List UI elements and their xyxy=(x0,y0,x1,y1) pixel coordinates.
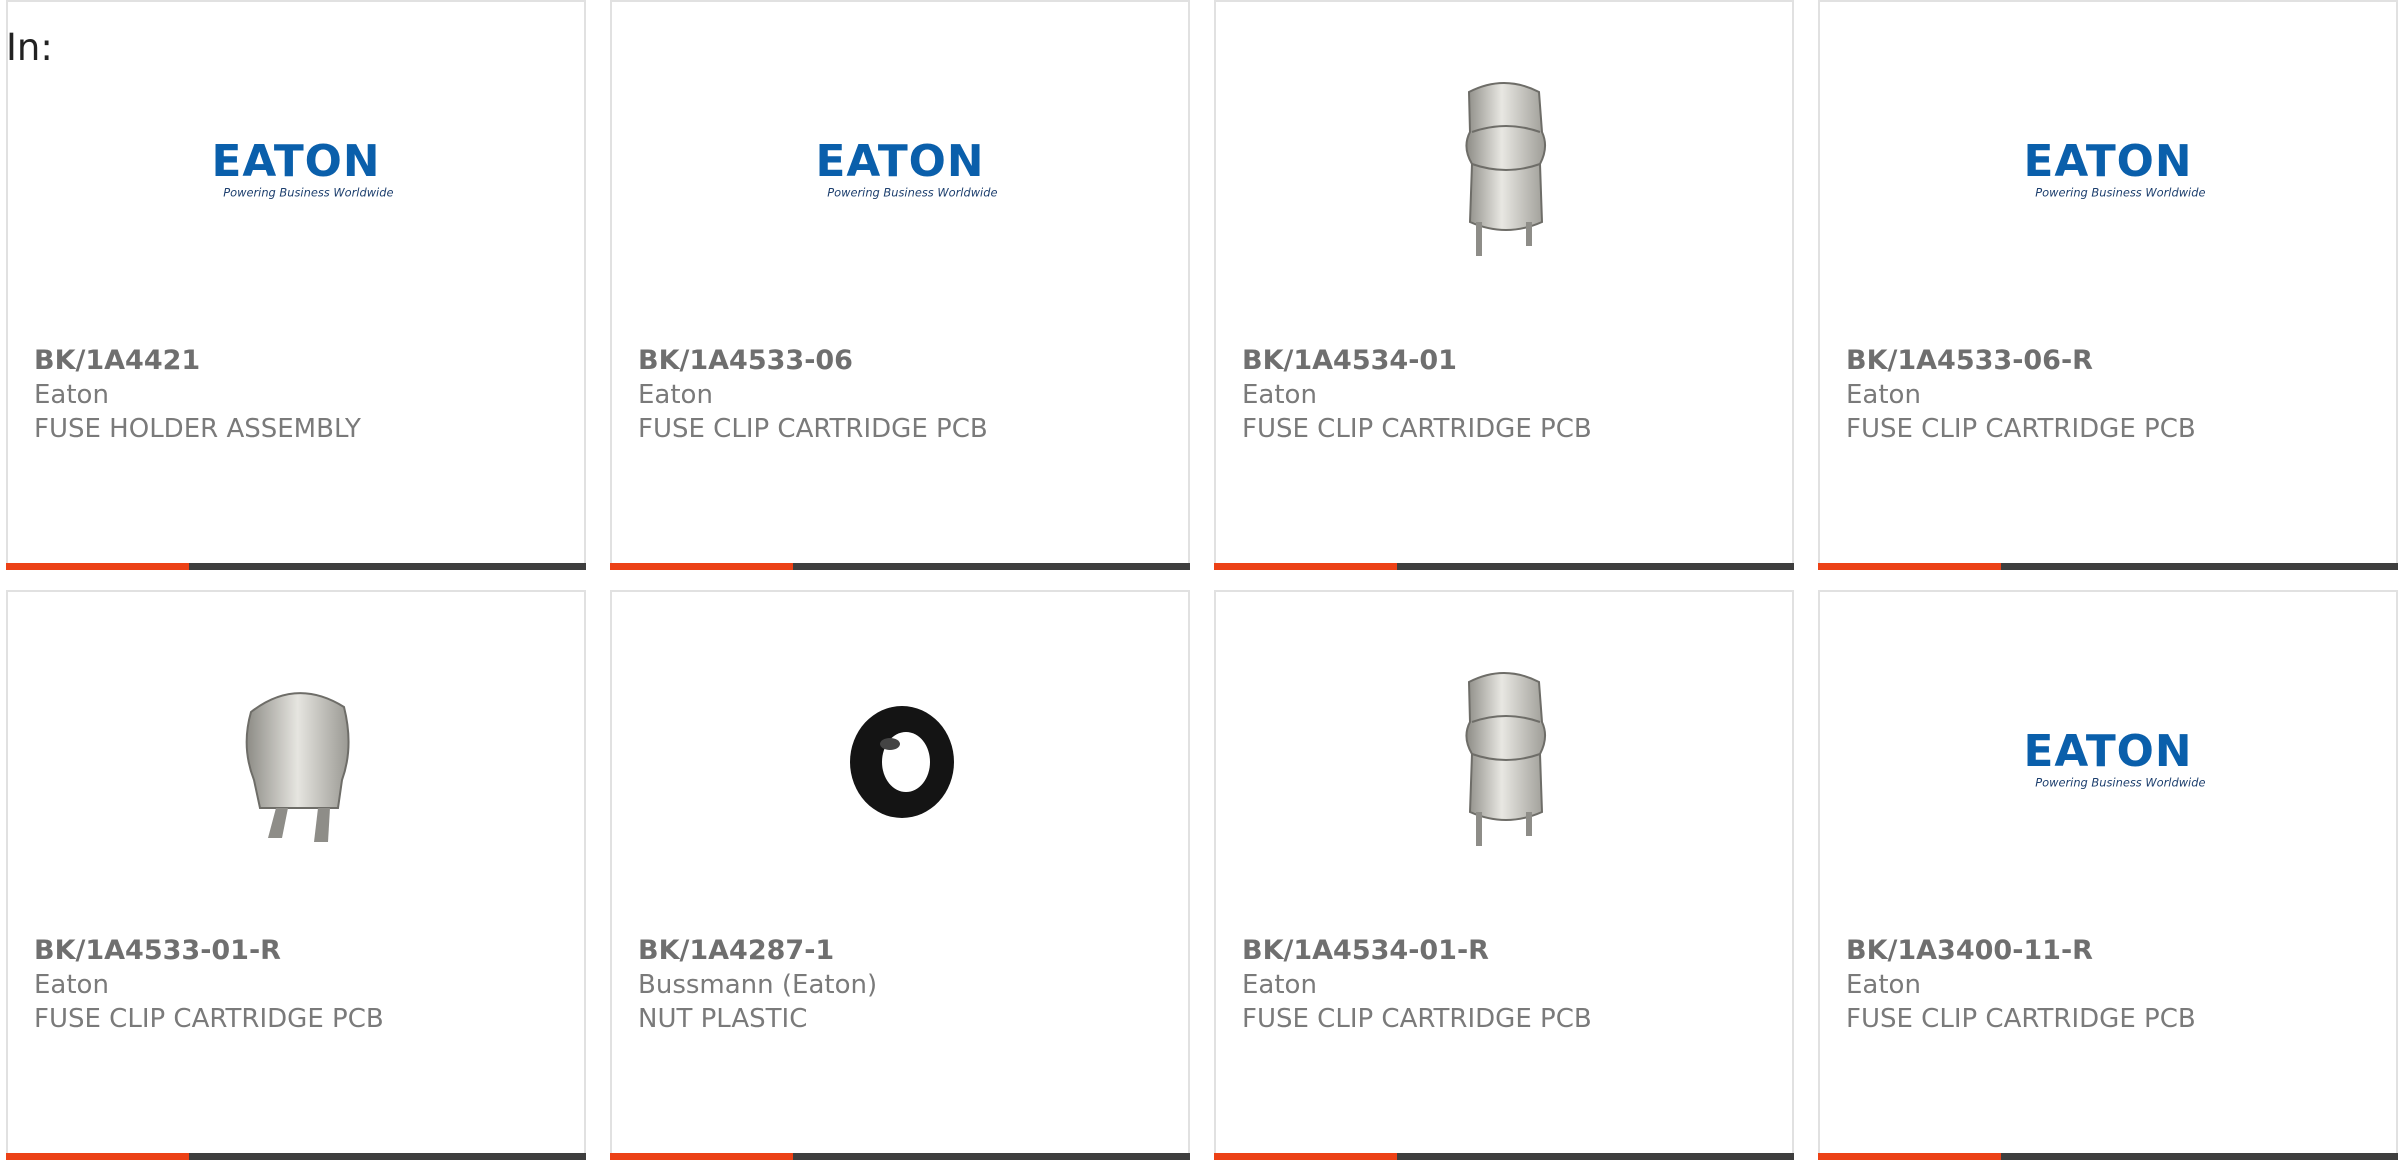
card-accent-bar xyxy=(1214,1153,1397,1160)
product-card[interactable]: BK/1A4287-1 Bussmann (Eaton) NUT PLASTIC xyxy=(610,590,1190,1160)
card-footer-bar xyxy=(1214,563,1794,570)
card-footer-bar xyxy=(1818,1153,2398,1160)
product-image[interactable] xyxy=(1404,72,1604,272)
product-grid: EATON Powering Business Worldwide BK/1A44… xyxy=(0,0,2400,1160)
part-number[interactable]: BK/1A4421 xyxy=(34,344,564,378)
part-number[interactable]: BK/1A4533-01-R xyxy=(34,934,564,968)
product-card[interactable]: EATON Powering Business Worldwide BK/1A34… xyxy=(1818,590,2398,1160)
card-footer-bar xyxy=(610,563,1190,570)
product-card[interactable]: EATON Powering Business Worldwide BK/1A44… xyxy=(6,0,586,570)
card-footer-bar xyxy=(6,1153,586,1160)
product-image[interactable]: EATON Powering Business Worldwide xyxy=(2008,662,2208,862)
product-image[interactable] xyxy=(196,662,396,862)
product-image[interactable]: EATON Powering Business Worldwide xyxy=(2008,72,2208,272)
part-number[interactable]: BK/1A4287-1 xyxy=(638,934,1168,968)
product-info: BK/1A4533-06-R Eaton FUSE CLIP CARTRIDGE… xyxy=(1846,344,2376,446)
svg-text:Powering Business Worldwide: Powering Business Worldwide xyxy=(2035,776,2205,790)
product-info: BK/1A4534-01-R Eaton FUSE CLIP CARTRIDGE… xyxy=(1242,934,1772,1036)
description: FUSE CLIP CARTRIDGE PCB xyxy=(1846,1004,2196,1034)
manufacturer: Eaton xyxy=(34,970,109,1000)
product-card[interactable]: BK/1A4534-01 Eaton FUSE CLIP CARTRIDGE P… xyxy=(1214,0,1794,570)
product-info: BK/1A4287-1 Bussmann (Eaton) NUT PLASTIC xyxy=(638,934,1168,1036)
svg-text:EATON: EATON xyxy=(212,136,381,187)
card-accent-bar xyxy=(6,563,189,570)
part-number[interactable]: BK/1A4533-06-R xyxy=(1846,344,2376,378)
part-number[interactable]: BK/1A3400-11-R xyxy=(1846,934,2376,968)
eaton-logo: EATONPowering Business Worldwide xyxy=(2024,136,2206,200)
card-footer-bar xyxy=(6,563,586,570)
product-info: BK/1A4534-01 Eaton FUSE CLIP CARTRIDGE P… xyxy=(1242,344,1772,446)
description: FUSE CLIP CARTRIDGE PCB xyxy=(1242,414,1592,444)
product-image[interactable] xyxy=(1404,662,1604,862)
description: FUSE CLIP CARTRIDGE PCB xyxy=(1846,414,2196,444)
product-image[interactable]: EATON Powering Business Worldwide xyxy=(800,72,1000,272)
part-number[interactable]: BK/1A4534-01-R xyxy=(1242,934,1772,968)
card-footer-bar xyxy=(1818,563,2398,570)
description: FUSE CLIP CARTRIDGE PCB xyxy=(34,1004,384,1034)
manufacturer: Eaton xyxy=(34,380,109,410)
fuse-clip-icon xyxy=(245,692,350,842)
product-info: BK/1A4533-01-R Eaton FUSE CLIP CARTRIDGE… xyxy=(34,934,564,1036)
product-card[interactable]: BK/1A4534-01-R Eaton FUSE CLIP CARTRIDGE… xyxy=(1214,590,1794,1160)
product-card[interactable]: EATON Powering Business Worldwide BK/1A45… xyxy=(610,0,1190,570)
fuse-clip-icon xyxy=(1465,672,1546,846)
product-image[interactable] xyxy=(800,662,1000,862)
description: FUSE CLIP CARTRIDGE PCB xyxy=(638,414,988,444)
eaton-logo: EATONPowering Business Worldwide xyxy=(816,136,998,200)
card-accent-bar xyxy=(1818,563,2001,570)
svg-text:EATON: EATON xyxy=(816,136,985,187)
manufacturer: Bussmann (Eaton) xyxy=(638,970,878,1000)
description: FUSE HOLDER ASSEMBLY xyxy=(34,414,361,444)
card-accent-bar xyxy=(6,1153,189,1160)
card-footer-bar xyxy=(1214,1153,1794,1160)
plastic-nut-icon xyxy=(850,706,954,818)
manufacturer: Eaton xyxy=(1846,970,1921,1000)
svg-text:Powering Business Worldwide: Powering Business Worldwide xyxy=(2035,186,2205,200)
card-footer-bar xyxy=(610,1153,1190,1160)
product-results-page: EATON Powering Business Worldwide BK/1A44… xyxy=(0,0,2400,1160)
part-number[interactable]: BK/1A4533-06 xyxy=(638,344,1168,378)
description: NUT PLASTIC xyxy=(638,1004,808,1034)
svg-text:Powering Business Worldwide: Powering Business Worldwide xyxy=(827,186,997,200)
product-info: BK/1A4533-06 Eaton FUSE CLIP CARTRIDGE P… xyxy=(638,344,1168,446)
card-accent-bar xyxy=(610,1153,793,1160)
product-card[interactable]: EATON Powering Business Worldwide BK/1A45… xyxy=(1818,0,2398,570)
product-info: BK/1A3400-11-R Eaton FUSE CLIP CARTRIDGE… xyxy=(1846,934,2376,1036)
card-accent-bar xyxy=(1214,563,1397,570)
manufacturer: Eaton xyxy=(1242,380,1317,410)
card-accent-bar xyxy=(1818,1153,2001,1160)
fuse-clip-icon xyxy=(1465,82,1546,256)
part-number[interactable]: BK/1A4534-01 xyxy=(1242,344,1772,378)
eaton-logo: EATONPowering Business Worldwide xyxy=(2024,726,2206,790)
product-image[interactable]: EATON Powering Business Worldwide xyxy=(196,72,396,272)
eaton-logo: EATONPowering Business Worldwide xyxy=(212,136,394,200)
svg-text:EATON: EATON xyxy=(2024,136,2193,187)
manufacturer: Eaton xyxy=(638,380,713,410)
svg-text:EATON: EATON xyxy=(2024,726,2193,777)
product-card[interactable]: BK/1A4533-01-R Eaton FUSE CLIP CARTRIDGE… xyxy=(6,590,586,1160)
product-info: BK/1A4421 Eaton FUSE HOLDER ASSEMBLY xyxy=(34,344,564,446)
card-accent-bar xyxy=(610,563,793,570)
filter-label: In: xyxy=(6,26,53,69)
description: FUSE CLIP CARTRIDGE PCB xyxy=(1242,1004,1592,1034)
manufacturer: Eaton xyxy=(1846,380,1921,410)
manufacturer: Eaton xyxy=(1242,970,1317,1000)
svg-text:Powering Business Worldwide: Powering Business Worldwide xyxy=(223,186,393,200)
